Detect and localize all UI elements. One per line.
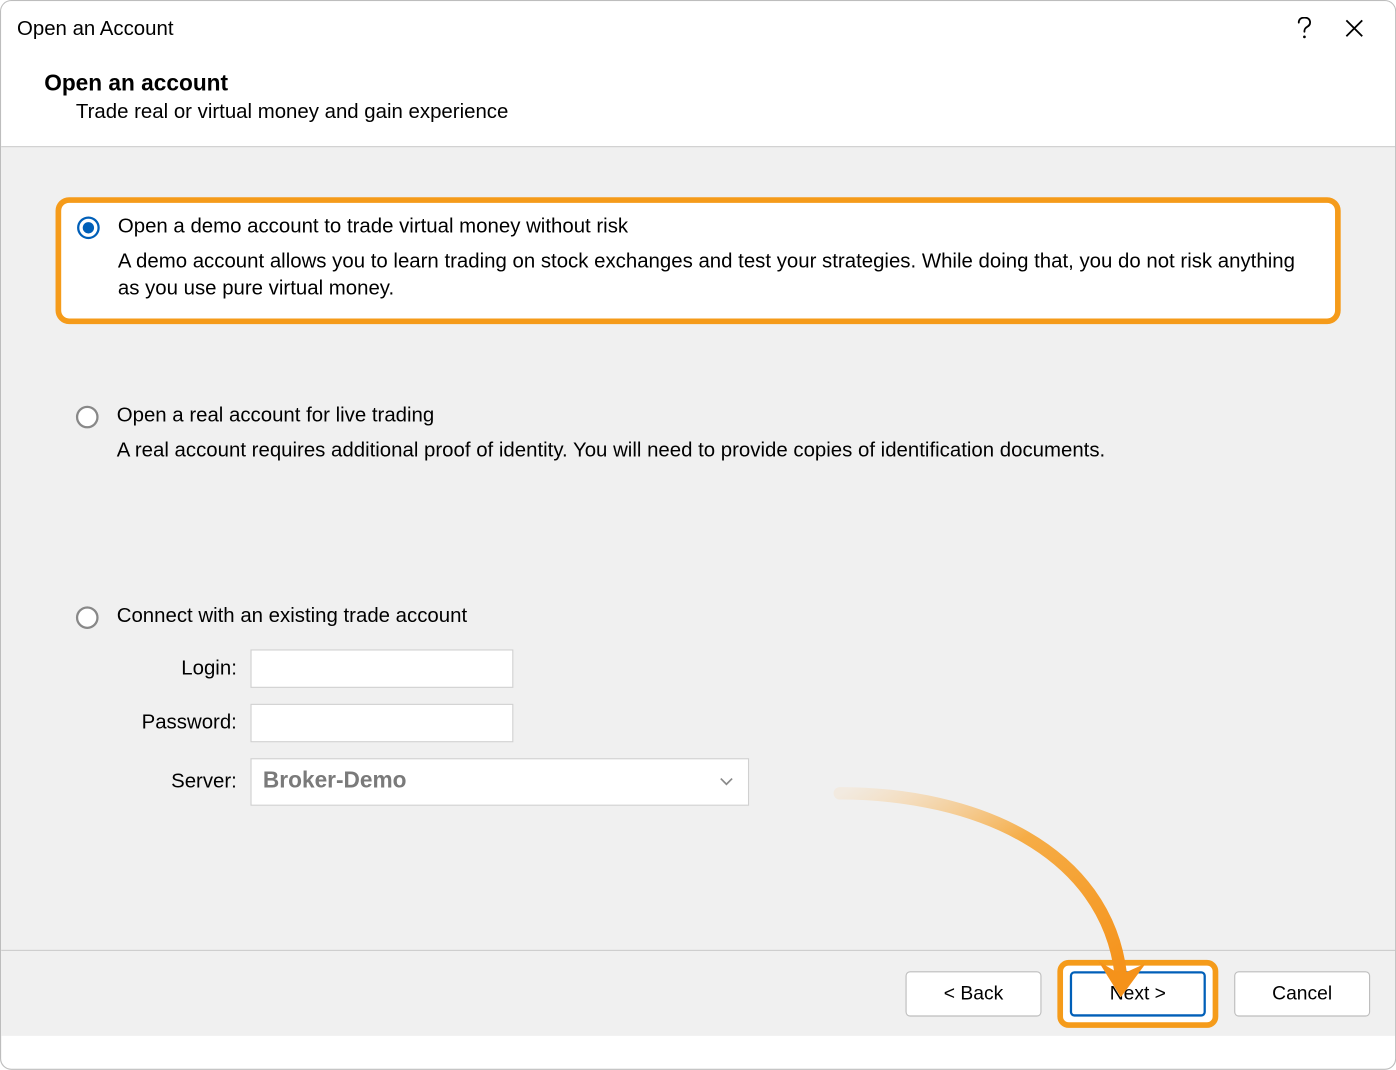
login-label: Login:	[114, 657, 250, 681]
radio-real[interactable]	[76, 405, 99, 428]
row-login: Login:	[56, 649, 1341, 688]
page-title: Open an account	[44, 71, 1352, 97]
page-subtitle: Trade real or virtual money and gain exp…	[44, 100, 1352, 124]
option-demo-title: Open a demo account to trade virtual mon…	[118, 214, 1319, 238]
next-button-highlight: Next >	[1057, 959, 1218, 1027]
close-icon	[1345, 19, 1363, 37]
wizard-footer: < Back Next > Cancel	[1, 950, 1395, 1036]
help-icon	[1296, 17, 1312, 40]
option-real[interactable]: Open a real account for live trading A r…	[56, 387, 1341, 484]
option-existing[interactable]: Connect with an existing trade account	[56, 588, 1341, 633]
option-demo[interactable]: Open a demo account to trade virtual mon…	[56, 197, 1341, 323]
option-real-title: Open a real account for live trading	[117, 403, 1321, 427]
help-button[interactable]	[1279, 3, 1329, 53]
close-button[interactable]	[1329, 3, 1379, 53]
window-title: Open an Account	[17, 16, 1279, 40]
option-real-desc: A real account requires additional proof…	[117, 436, 1321, 464]
next-button[interactable]: Next >	[1070, 971, 1206, 1016]
login-input[interactable]	[250, 649, 513, 688]
chevron-down-icon	[719, 769, 735, 795]
server-label: Server:	[114, 770, 250, 794]
back-button[interactable]: < Back	[906, 971, 1042, 1016]
radio-existing[interactable]	[76, 606, 99, 629]
option-demo-desc: A demo account allows you to learn tradi…	[118, 247, 1319, 302]
password-input[interactable]	[250, 704, 513, 743]
option-existing-title: Connect with an existing trade account	[117, 604, 1321, 628]
server-value: Broker-Demo	[263, 769, 407, 795]
server-combobox[interactable]: Broker-Demo	[250, 758, 749, 806]
wizard-body: Open a demo account to trade virtual mon…	[1, 147, 1395, 949]
titlebar: Open an Account	[1, 1, 1395, 55]
row-server: Server: Broker-Demo	[56, 758, 1341, 806]
wizard-header: Open an account Trade real or virtual mo…	[1, 56, 1395, 147]
radio-demo[interactable]	[77, 216, 100, 239]
row-password: Password:	[56, 704, 1341, 743]
password-label: Password:	[114, 711, 250, 735]
cancel-button[interactable]: Cancel	[1234, 971, 1370, 1016]
